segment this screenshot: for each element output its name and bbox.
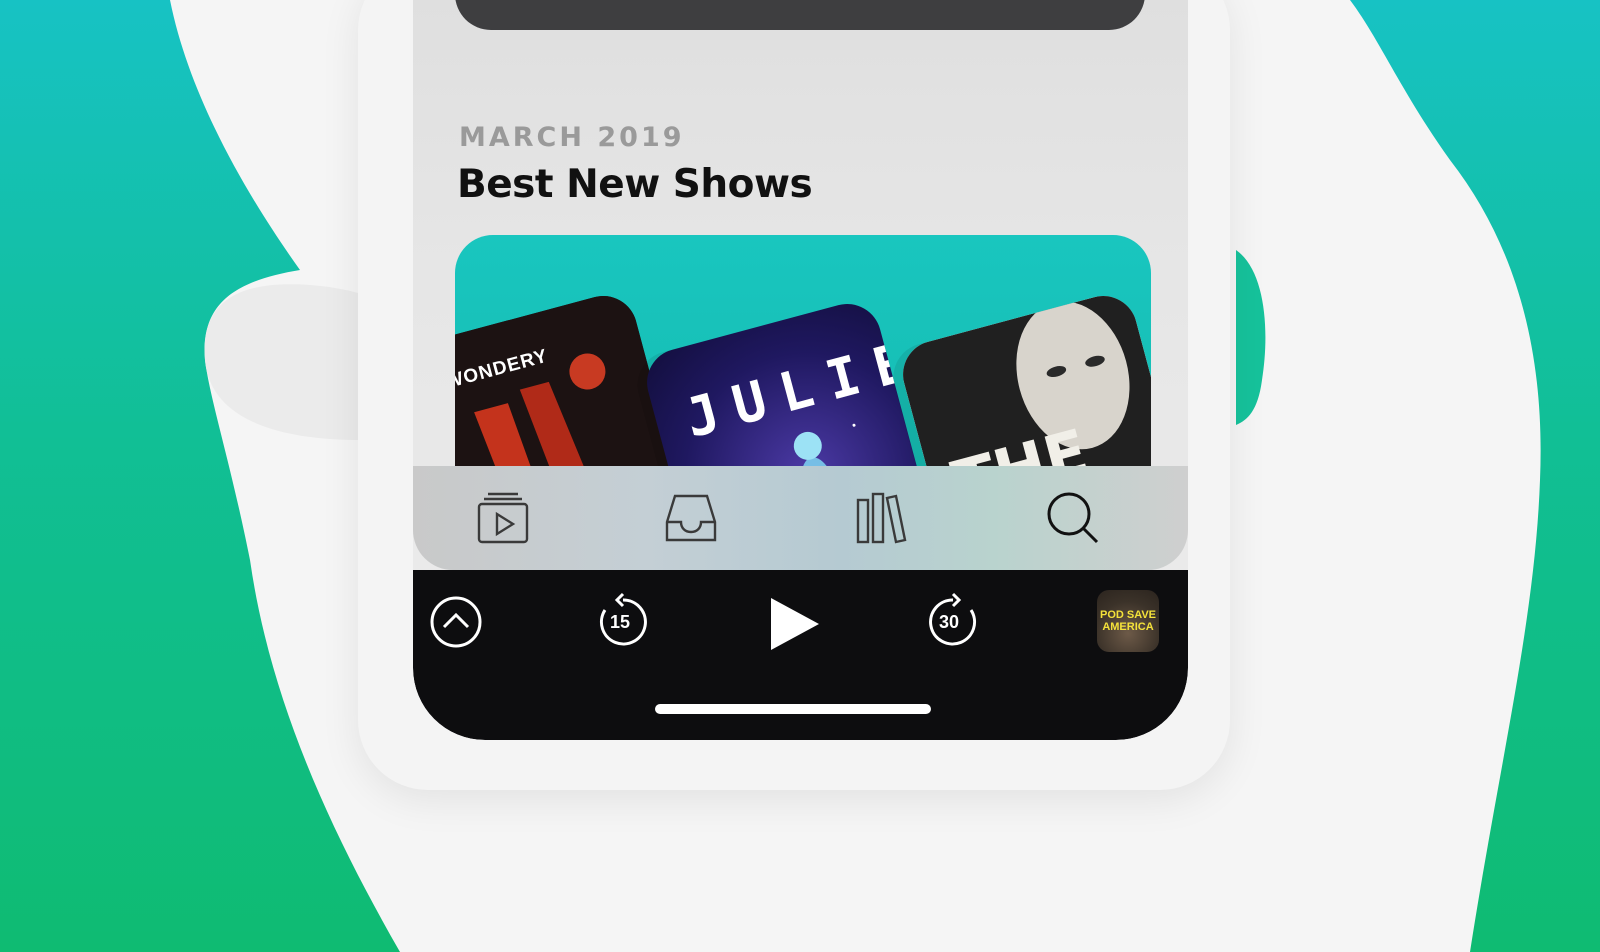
skip-forward-button[interactable]: 30 bbox=[923, 592, 983, 652]
tab-inbox[interactable] bbox=[661, 488, 721, 548]
listen-now-icon bbox=[477, 492, 529, 544]
skip-back-button[interactable]: 15 bbox=[593, 592, 653, 652]
chevron-up-icon bbox=[430, 596, 482, 648]
section-title: Best New Shows bbox=[457, 162, 813, 207]
play-button[interactable] bbox=[759, 594, 823, 654]
tab-search[interactable] bbox=[1043, 488, 1103, 548]
search-icon bbox=[1047, 492, 1099, 544]
tab-library[interactable] bbox=[851, 488, 911, 548]
library-icon bbox=[856, 492, 907, 544]
now-playing-title: POD SAVE AMERICA bbox=[1099, 609, 1157, 633]
tab-bar bbox=[413, 466, 1188, 570]
home-indicator[interactable] bbox=[655, 704, 931, 714]
top-banner[interactable] bbox=[455, 0, 1145, 30]
app-screen: MARCH 2019 Best New Shows WONDERY JULIE bbox=[413, 0, 1188, 740]
tab-listen-now[interactable] bbox=[473, 488, 533, 548]
inbox-icon bbox=[665, 494, 717, 542]
play-icon bbox=[771, 598, 819, 650]
expand-player-button[interactable] bbox=[429, 595, 483, 649]
skip-forward-seconds: 30 bbox=[939, 612, 960, 632]
mini-player: 15 30 POD SAVE AMERICA bbox=[413, 570, 1188, 740]
section-eyebrow: MARCH 2019 bbox=[459, 122, 685, 153]
skip-back-seconds: 15 bbox=[610, 612, 631, 632]
now-playing-artwork[interactable]: POD SAVE AMERICA bbox=[1097, 590, 1159, 652]
